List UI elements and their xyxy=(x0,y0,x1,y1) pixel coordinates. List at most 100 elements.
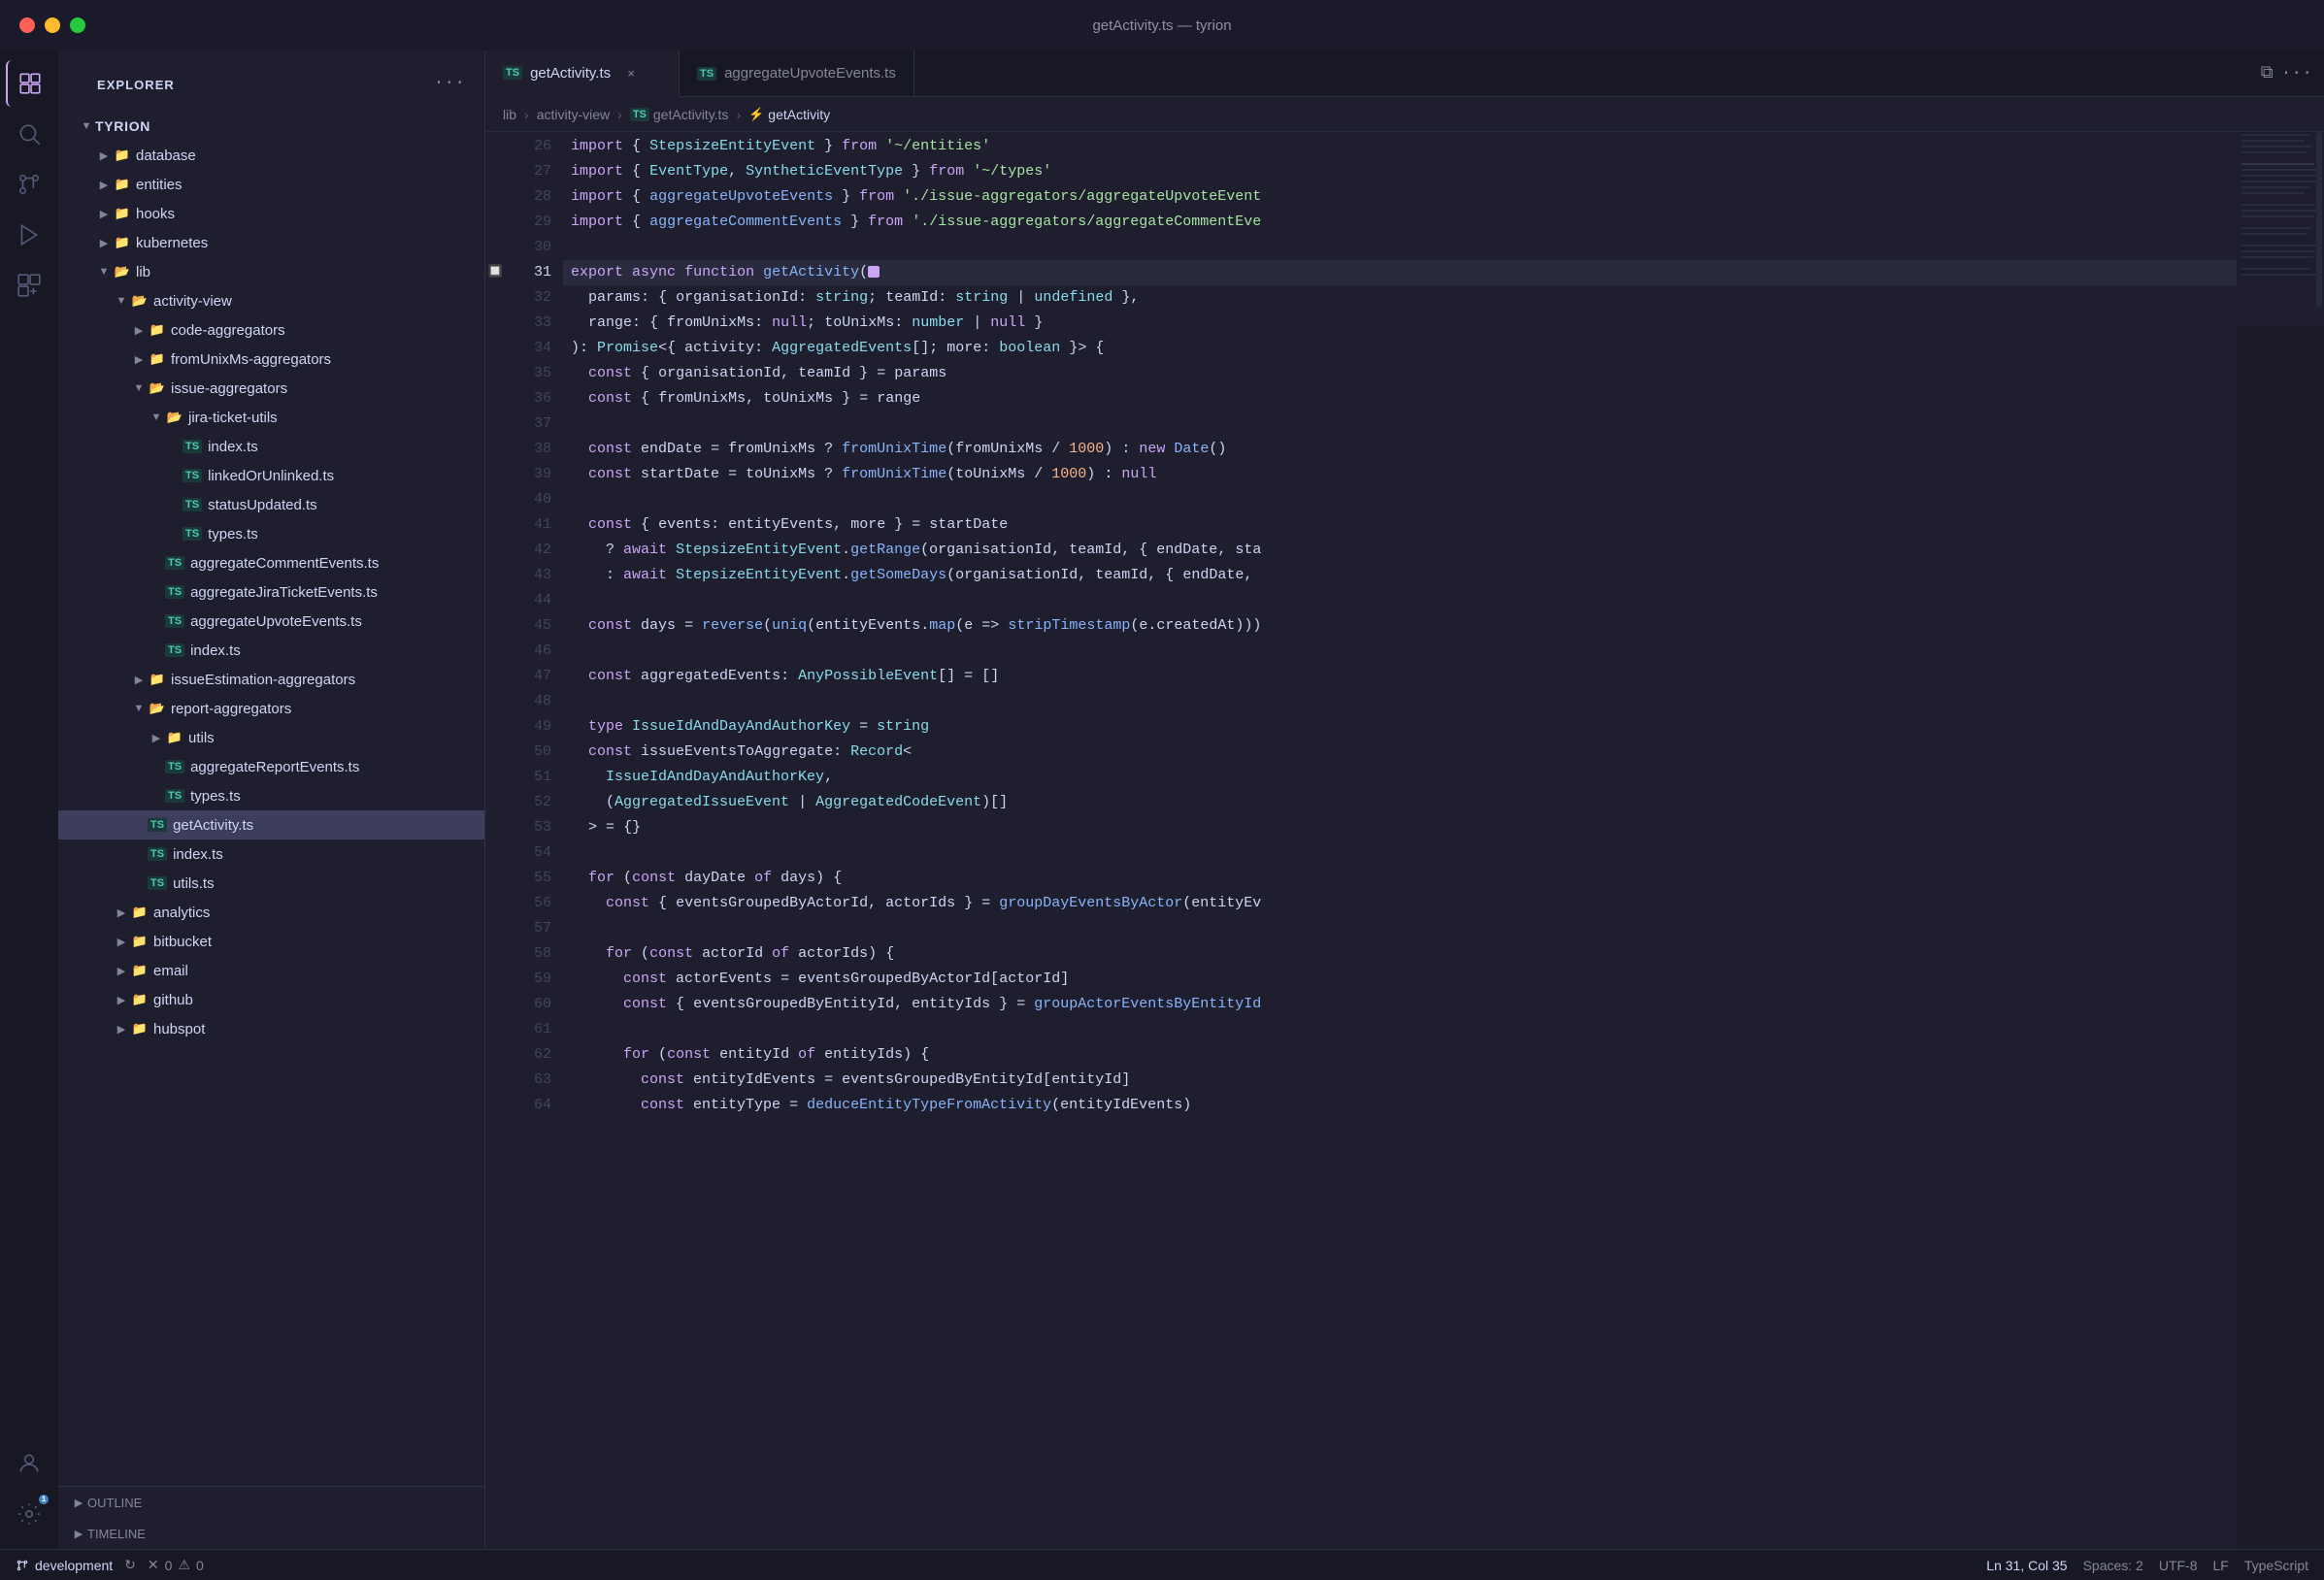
tree-label-fromUnixMs: fromUnixMs-aggregators xyxy=(171,351,331,368)
tree-item-code-aggregators[interactable]: ▶ 📁 code-aggregators xyxy=(58,315,484,345)
tree-label-statusUpdated: statusUpdated.ts xyxy=(208,497,317,513)
folder-icon-bitbucket: 📁 xyxy=(130,934,149,949)
tree-item-lib[interactable]: ▼ 📂 lib xyxy=(58,257,484,286)
tree-item-analytics[interactable]: ▶ 📁 analytics xyxy=(58,898,484,927)
tree-label-aggregateReport: aggregateReportEvents.ts xyxy=(190,759,359,775)
close-button[interactable] xyxy=(19,17,35,33)
outline-label: OUTLINE xyxy=(87,1496,142,1510)
tree-item-issue-aggregators[interactable]: ▼ 📂 issue-aggregators xyxy=(58,374,484,403)
tree-label-types-report: types.ts xyxy=(190,788,241,805)
window-controls[interactable] xyxy=(19,17,85,33)
tree-item-entities[interactable]: ▶ 📁 entities xyxy=(58,170,484,199)
tree-item-email[interactable]: ▶ 📁 email xyxy=(58,956,484,985)
ts-icon-utils: TS xyxy=(148,876,167,890)
code-lines[interactable]: import { StepsizeEntityEvent } from '~/e… xyxy=(563,132,2237,1549)
tree-item-bitbucket[interactable]: ▶ 📁 bitbucket xyxy=(58,927,484,956)
sidebar-bottom: ▶ OUTLINE ▶ TIMELINE xyxy=(58,1486,484,1549)
split-editor-icon[interactable]: ⧉ xyxy=(2261,63,2274,83)
source-control-icon[interactable] xyxy=(6,161,52,208)
tree-item-types-jira[interactable]: ▶ TS types.ts xyxy=(58,519,484,548)
tree-item-github[interactable]: ▶ 📁 github xyxy=(58,985,484,1014)
tree-arrow-report: ▼ xyxy=(130,700,148,717)
tree-label-hooks: hooks xyxy=(136,206,175,222)
branch-icon xyxy=(16,1559,29,1572)
tree-label-jira: jira-ticket-utils xyxy=(188,410,278,426)
breadcrumb: lib › activity-view › TS getActivity.ts … xyxy=(485,97,2324,132)
timeline-header[interactable]: ▶ TIMELINE xyxy=(58,1518,484,1549)
tree-item-activity-view[interactable]: ▼ 📂 activity-view xyxy=(58,286,484,315)
tree-item-utils[interactable]: ▶ 📁 utils xyxy=(58,723,484,752)
line-33: range: { fromUnixMs: null; toUnixMs: num… xyxy=(563,311,2237,336)
run-icon[interactable] xyxy=(6,212,52,258)
tree-item-getActivity[interactable]: ▶ TS getActivity.ts xyxy=(58,810,484,839)
tree-item-linkedOrUnlinked[interactable]: ▶ TS linkedOrUnlinked.ts xyxy=(58,461,484,490)
line-ending-indicator[interactable]: LF xyxy=(2213,1558,2229,1573)
tree-label-hubspot: hubspot xyxy=(153,1021,205,1037)
breadcrumb-fn-icon: ⚡ xyxy=(748,107,764,122)
tree-item-aggregateUpvote[interactable]: ▶ TS aggregateUpvoteEvents.ts xyxy=(58,607,484,636)
tab-aggregateUpvoteEvents[interactable]: TS aggregateUpvoteEvents.ts xyxy=(680,50,914,96)
search-icon[interactable] xyxy=(6,111,52,157)
tree-item-fromUnixMs-aggregators[interactable]: ▶ 📁 fromUnixMs-aggregators xyxy=(58,345,484,374)
sidebar-more-icon[interactable]: ··· xyxy=(434,74,465,93)
sync-indicator[interactable]: ↻ xyxy=(124,1557,136,1573)
tree-item-statusUpdated[interactable]: ▶ TS statusUpdated.ts xyxy=(58,490,484,519)
tab-getActivity[interactable]: TS getActivity.ts × xyxy=(485,50,680,97)
tree-item-types-report[interactable]: ▶ TS types.ts xyxy=(58,781,484,810)
tree-item-index-lib[interactable]: ▶ TS index.ts xyxy=(58,839,484,869)
tree-item-index-ts-jira[interactable]: ▶ TS index.ts xyxy=(58,432,484,461)
tree-arrow-hubspot: ▶ xyxy=(113,1020,130,1037)
cursor-position[interactable]: Ln 31, Col 35 xyxy=(1986,1558,2067,1573)
language-indicator[interactable]: TypeScript xyxy=(2244,1558,2308,1573)
line-50: const issueEventsToAggregate: Record< xyxy=(563,740,2237,765)
account-icon[interactable] xyxy=(6,1440,52,1487)
window-title: getActivity.ts — tyrion xyxy=(1092,17,1231,34)
tree-label-kubernetes: kubernetes xyxy=(136,235,208,251)
outline-header[interactable]: ▶ OUTLINE xyxy=(58,1487,484,1518)
tree-item-aggregateJiraTicket[interactable]: ▶ TS aggregateJiraTicketEvents.ts xyxy=(58,577,484,607)
maximize-button[interactable] xyxy=(70,17,85,33)
tree-item-aggregateCommentEvents[interactable]: ▶ TS aggregateCommentEvents.ts xyxy=(58,548,484,577)
breadcrumb-getActivity-ts[interactable]: getActivity.ts xyxy=(653,107,729,122)
code-editor[interactable]: 🔲 26 27 28 29 30 31 32 33 34 35 36 37 38… xyxy=(485,132,2324,1549)
explorer-icon[interactable] xyxy=(6,60,52,107)
sidebar: EXPLORER ··· ▼ TYRION ▶ 📁 database ▶ 📁 e… xyxy=(58,50,485,1549)
breadcrumb-function[interactable]: ⚡ getActivity xyxy=(748,107,830,122)
tree-item-kubernetes[interactable]: ▶ 📁 kubernetes xyxy=(58,228,484,257)
tree-item-hubspot[interactable]: ▶ 📁 hubspot xyxy=(58,1014,484,1043)
tree-item-database[interactable]: ▶ 📁 database xyxy=(58,141,484,170)
line-52: (AggregatedIssueEvent | AggregatedCodeEv… xyxy=(563,790,2237,815)
breadcrumb-sep3: › xyxy=(736,107,741,122)
more-actions-icon[interactable]: ··· xyxy=(2281,64,2312,83)
tree-item-index-issue[interactable]: ▶ TS index.ts xyxy=(58,636,484,665)
minimize-button[interactable] xyxy=(45,17,60,33)
tree-arrow-github: ▶ xyxy=(113,991,130,1008)
ts-icon-types-jira: TS xyxy=(183,527,202,541)
tree-item-tyrion[interactable]: ▼ TYRION xyxy=(58,112,484,141)
sidebar-header-bar: EXPLORER ··· xyxy=(58,50,484,112)
tree-arrow-bitbucket: ▶ xyxy=(113,933,130,950)
tree-item-jira-ticket-utils[interactable]: ▼ 📂 jira-ticket-utils xyxy=(58,403,484,432)
breadcrumb-sep2: › xyxy=(617,107,622,122)
tab-close-getActivity[interactable]: × xyxy=(622,64,640,82)
breadcrumb-activity-view[interactable]: activity-view xyxy=(537,107,610,122)
branch-indicator[interactable]: development xyxy=(16,1558,113,1573)
breadcrumb-lib[interactable]: lib xyxy=(503,107,516,122)
encoding-indicator[interactable]: UTF-8 xyxy=(2159,1558,2198,1573)
tree-item-issueEstimation[interactable]: ▶ 📁 issueEstimation-aggregators xyxy=(58,665,484,694)
warning-count: 0 xyxy=(196,1558,204,1573)
tab-label-aggregateUpvote: aggregateUpvoteEvents.ts xyxy=(724,65,896,82)
tree-item-utils-ts[interactable]: ▶ TS utils.ts xyxy=(58,869,484,898)
line-49: type IssueIdAndDayAndAuthorKey = string xyxy=(563,714,2237,740)
error-warning-indicator[interactable]: ✕ 0 ⚠ 0 xyxy=(148,1557,204,1573)
extensions-icon[interactable] xyxy=(6,262,52,309)
breadcrumb-file[interactable]: TS getActivity.ts xyxy=(630,107,729,122)
settings-icon[interactable]: 1 xyxy=(6,1491,52,1537)
tree-item-aggregateReport[interactable]: ▶ TS aggregateReportEvents.ts xyxy=(58,752,484,781)
tree-label-aggregateJira: aggregateJiraTicketEvents.ts xyxy=(190,584,378,601)
tree-item-report-aggregators[interactable]: ▼ 📂 report-aggregators xyxy=(58,694,484,723)
line-32: params: { organisationId: string; teamId… xyxy=(563,285,2237,311)
spaces-indicator[interactable]: Spaces: 2 xyxy=(2083,1558,2143,1573)
tree-label-aggregateComment: aggregateCommentEvents.ts xyxy=(190,555,379,572)
tree-item-hooks[interactable]: ▶ 📁 hooks xyxy=(58,199,484,228)
